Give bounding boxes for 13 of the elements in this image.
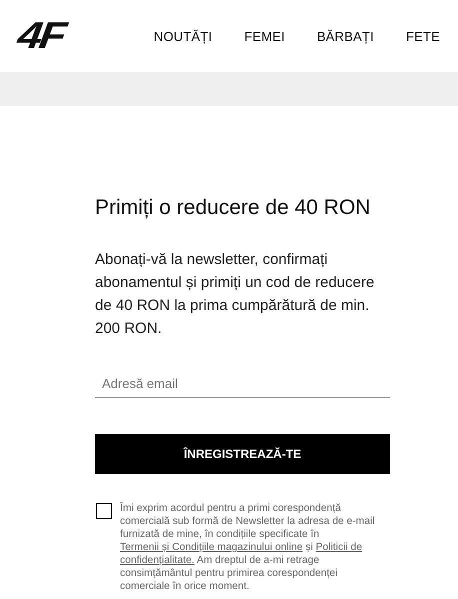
policy-link[interactable]: Politicii de — [316, 542, 362, 553]
register-button[interactable]: ÎNREGISTREAZĂ-TE — [95, 434, 390, 474]
nav-link[interactable]: BĂRBAȚI — [316, 28, 374, 44]
policy-link[interactable]: Termenii și Condițiile magazinului online — [120, 542, 303, 553]
policy-link[interactable]: confidențialitate. — [120, 555, 194, 566]
nav-link[interactable]: NOUTĂȚI — [154, 28, 212, 44]
nav-link[interactable]: FETE — [406, 28, 440, 44]
consent-text: Îmi exprim acordul pentru a primi corespondență comercială sub formă de Newsletter la adresa de e-mail furnizată de mine, în condițiile specificate în Termenii și Condițiile magazinului online și Politicii de confidențialitate. Am dreptul de a-mi retrage consimțământul pentru primirea corespondenței comerciale în orice moment. — [120, 502, 376, 593]
newsletter-description: Abonați-vă la newsletter, confirmați abonamentul și primiți un cod de reducere de 40 RON la prima cumpărătură de min. 200 RON. — [95, 250, 376, 339]
nav-link[interactable]: FEMEI — [244, 28, 285, 44]
brand-logo[interactable]: 4F — [15, 17, 66, 55]
consent-checkbox[interactable] — [96, 503, 112, 519]
newsletter-title: Primiți o reducere de 40 RON — [95, 196, 372, 220]
